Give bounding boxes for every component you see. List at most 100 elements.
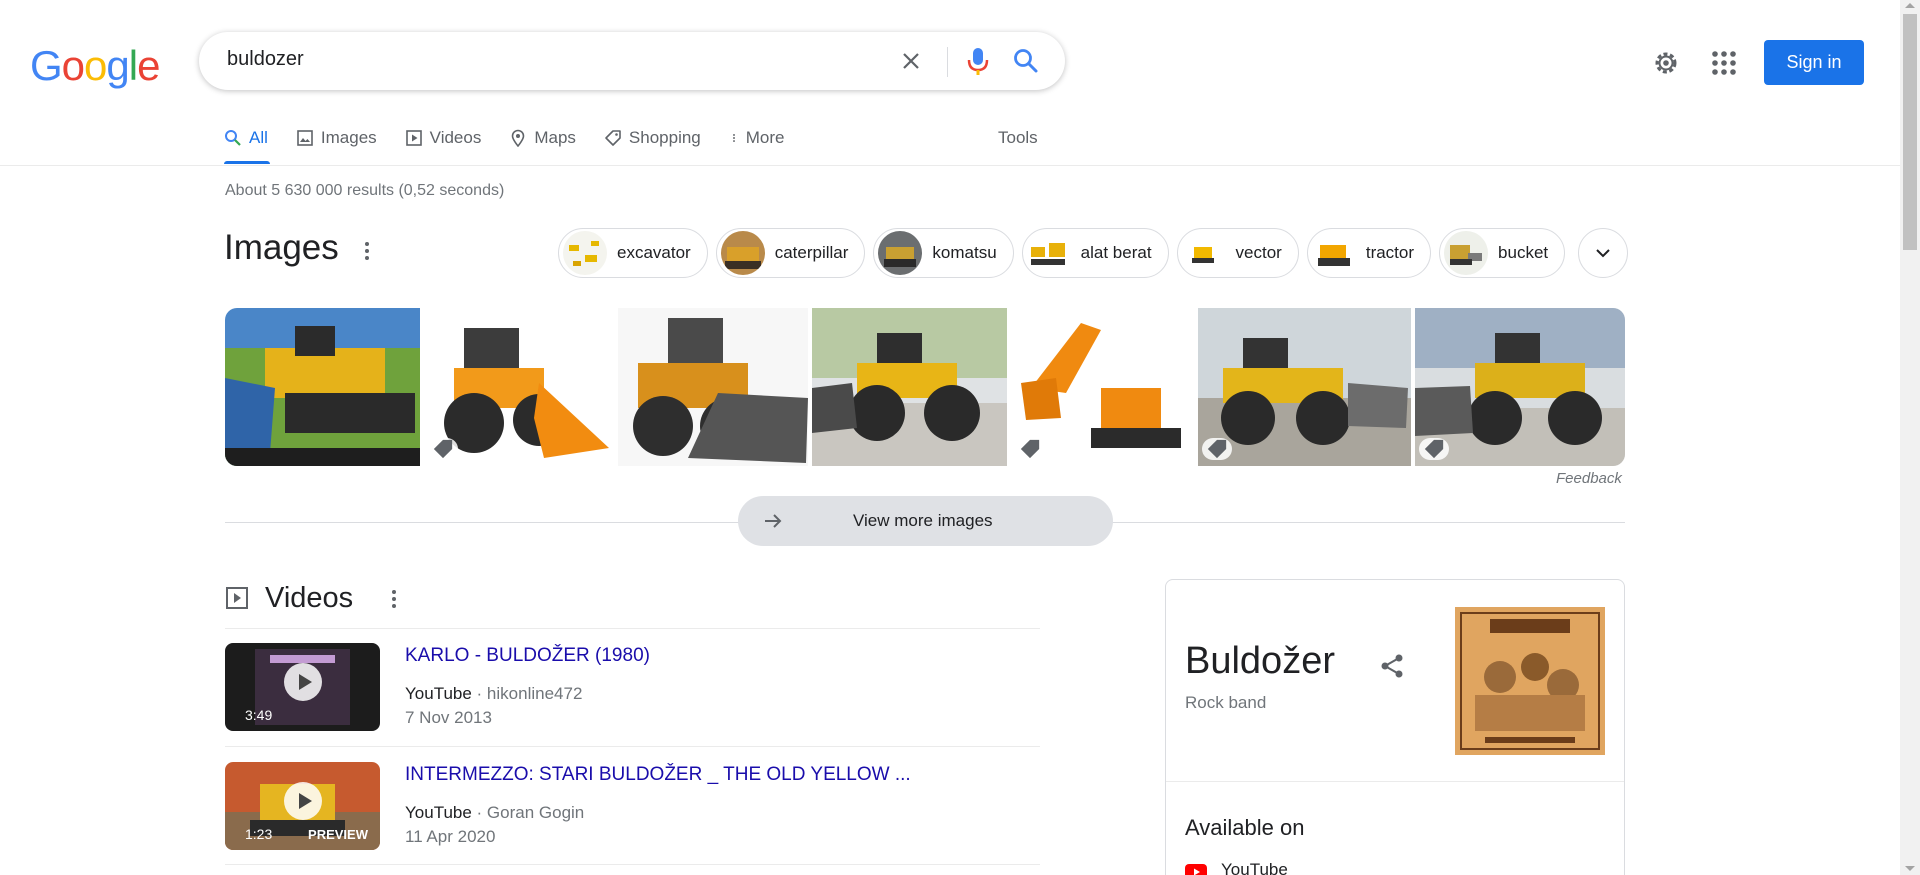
- image-result[interactable]: [1011, 308, 1194, 466]
- image-result[interactable]: [1415, 308, 1625, 466]
- video-channel: · hikonline472: [476, 684, 583, 703]
- available-on-heading: Available on: [1185, 815, 1305, 840]
- tag-icon: [1020, 439, 1040, 459]
- video-date: 7 Nov 2013: [405, 708, 492, 727]
- search-icon: [225, 130, 241, 146]
- video-platform: YouTube: [405, 684, 472, 703]
- product-tag-badge: [1419, 438, 1449, 460]
- chip-bucket[interactable]: bucket: [1439, 228, 1566, 278]
- chevron-down-icon: [1596, 249, 1610, 258]
- video-thumbnail[interactable]: 3:49: [225, 643, 380, 731]
- scroll-down-arrow-icon[interactable]: [1905, 866, 1915, 871]
- knowledge-panel-divider: [1166, 781, 1624, 782]
- tag-icon: [433, 439, 453, 459]
- play-icon: [284, 663, 322, 701]
- search-input[interactable]: [227, 48, 827, 71]
- result-stats: About 5 630 000 results (0,52 seconds): [225, 182, 505, 199]
- chip-label: komatsu: [932, 243, 997, 262]
- image-result[interactable]: [618, 308, 808, 466]
- view-more-label: View more images: [853, 511, 993, 530]
- album-cover-image: [1455, 607, 1605, 755]
- logo-letter: e: [137, 42, 160, 89]
- preview-badge: PREVIEW: [308, 827, 368, 842]
- chip-thumbnail: [1311, 231, 1356, 275]
- play-icon: [284, 782, 322, 820]
- tab-shopping[interactable]: Shopping: [604, 124, 701, 152]
- video-title-link[interactable]: KARLO - BULDOŽER (1980): [405, 645, 650, 667]
- tab-label: Videos: [429, 128, 482, 147]
- search-tabs: All Images Videos Maps Shopping More: [224, 124, 813, 164]
- chip-thumbnail: [720, 231, 765, 275]
- tag-icon: [605, 130, 621, 146]
- chip-thumbnail: [1026, 231, 1071, 275]
- share-icon[interactable]: [1378, 652, 1406, 680]
- chip-komatsu[interactable]: komatsu: [873, 228, 1014, 278]
- tag-icon: [1207, 439, 1227, 459]
- chip-alat-berat[interactable]: alat berat: [1021, 228, 1169, 278]
- youtube-link[interactable]: YouTube: [1221, 860, 1288, 875]
- google-results-page: Google Sign in All: [0, 0, 1920, 875]
- search-divider: [947, 47, 948, 77]
- knowledge-panel-title: Buldožer: [1185, 640, 1335, 682]
- video-date: 11 Apr 2020: [405, 827, 496, 846]
- image-result[interactable]: [424, 308, 614, 466]
- clear-icon[interactable]: [899, 49, 923, 73]
- chip-label: tractor: [1365, 243, 1415, 262]
- wheel-loader-image: [812, 308, 1007, 466]
- google-logo[interactable]: Google: [30, 42, 160, 90]
- chip-excavator[interactable]: excavator: [558, 228, 708, 278]
- video-source: YouTube · Goran Gogin: [405, 803, 584, 823]
- knowledge-panel-subtitle: Rock band: [1185, 693, 1267, 712]
- view-more-images-button[interactable]: View more images: [738, 496, 1113, 546]
- image-result[interactable]: [812, 308, 1007, 466]
- scroll-up-arrow-icon[interactable]: [1905, 3, 1915, 8]
- settings-gear-icon[interactable]: [1652, 49, 1680, 77]
- chip-caterpillar[interactable]: caterpillar: [715, 228, 866, 278]
- page-scrollbar[interactable]: [1900, 0, 1920, 875]
- tab-label: Maps: [534, 128, 576, 147]
- bulldozer-image: [225, 308, 420, 466]
- tab-label: All: [249, 128, 268, 147]
- tab-images[interactable]: Images: [296, 124, 377, 152]
- tag-icon: [1424, 439, 1444, 459]
- sign-in-button[interactable]: Sign in: [1764, 40, 1864, 85]
- image-result[interactable]: [1198, 308, 1411, 466]
- chip-vector[interactable]: vector: [1176, 228, 1299, 278]
- tab-all[interactable]: All: [224, 124, 268, 152]
- logo-letter: l: [128, 42, 138, 89]
- tools-button[interactable]: Tools: [998, 128, 1038, 148]
- tab-videos[interactable]: Videos: [405, 124, 482, 152]
- video-channel: · Goran Gogin: [476, 803, 585, 822]
- video-title-link[interactable]: INTERMEZZO: STARI BULDOŽER _ THE OLD YEL…: [405, 764, 911, 786]
- video-thumbnail[interactable]: 1:23 PREVIEW: [225, 762, 380, 850]
- chip-label: caterpillar: [774, 243, 849, 262]
- chip-thumbnail: [1444, 231, 1489, 275]
- tab-label: Images: [320, 128, 377, 147]
- tab-more[interactable]: More: [729, 124, 785, 152]
- tab-maps[interactable]: Maps: [509, 124, 576, 152]
- images-more-options-icon[interactable]: [364, 240, 370, 262]
- video-platform: YouTube: [405, 803, 472, 822]
- knowledge-panel: Buldožer Rock band Available on YouTube: [1165, 579, 1625, 875]
- product-tag-badge: [428, 438, 458, 460]
- videos-section-title: Videos: [265, 582, 354, 614]
- wheel-loader-image: [618, 308, 808, 466]
- video-divider: [225, 628, 1040, 629]
- logo-letter: o: [61, 42, 85, 89]
- google-apps-icon[interactable]: [1711, 50, 1737, 76]
- feedback-link[interactable]: Feedback: [1556, 470, 1622, 487]
- knowledge-panel-image[interactable]: [1455, 607, 1605, 755]
- chip-thumbnail: [878, 231, 923, 275]
- chips-expand-button[interactable]: [1578, 228, 1628, 278]
- scrollbar-thumb[interactable]: [1903, 14, 1917, 250]
- video-icon: [405, 130, 422, 146]
- logo-letter: g: [106, 42, 129, 89]
- microphone-icon[interactable]: [965, 46, 991, 76]
- image-refinement-chips: excavator caterpillar komatsu alat berat…: [558, 228, 1573, 278]
- chip-tractor[interactable]: tractor: [1306, 228, 1432, 278]
- image-result[interactable]: [225, 308, 420, 466]
- video-divider: [225, 746, 1040, 747]
- search-icon[interactable]: [1012, 47, 1040, 75]
- video-source: YouTube · hikonline472: [405, 684, 582, 704]
- videos-more-options-icon[interactable]: [391, 588, 397, 610]
